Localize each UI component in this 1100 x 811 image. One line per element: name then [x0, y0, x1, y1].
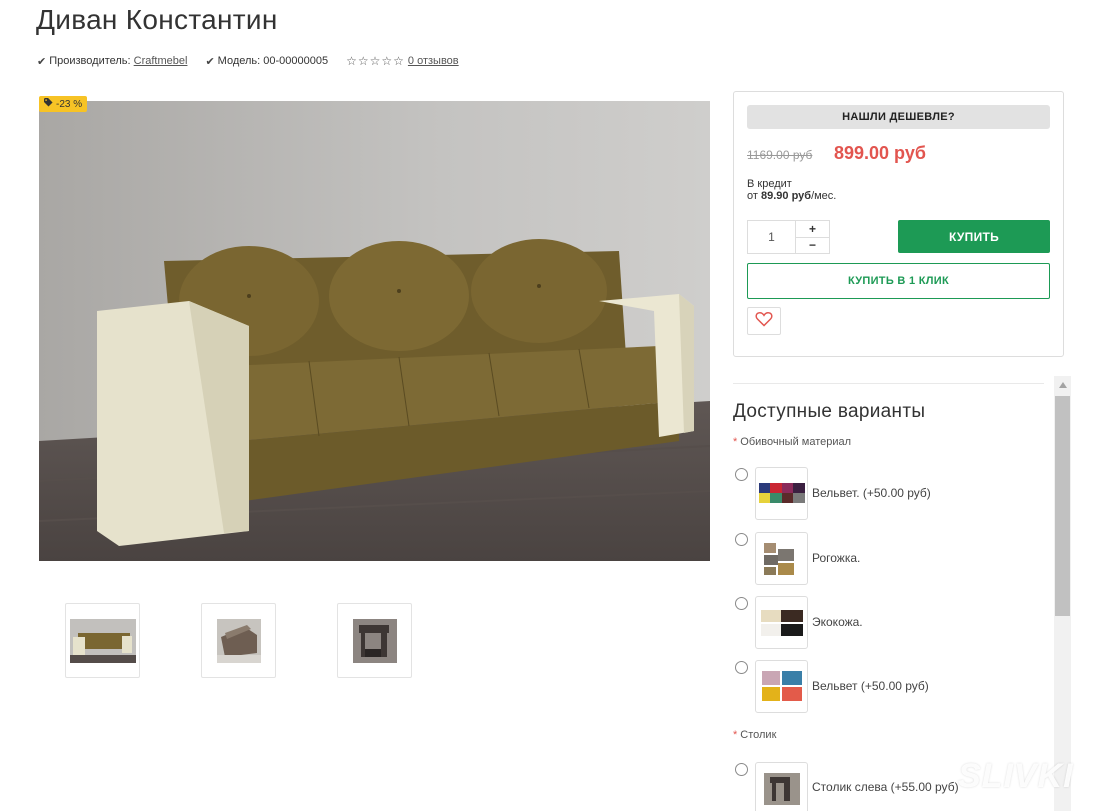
scroll-thumb[interactable]: [1055, 396, 1070, 616]
option-label: Вельвет (+50.00 руб): [812, 679, 929, 693]
buy-button[interactable]: КУПИТЬ: [898, 220, 1050, 253]
reviews-link[interactable]: 0 отзывов: [408, 55, 459, 67]
credit-amount: 89.90 руб: [760, 190, 812, 202]
buy-box: НАШЛИ ДЕШЕВЛЕ? 1169.00 руб 899.00 руб В …: [733, 91, 1064, 357]
one-click-buy-button[interactable]: КУПИТЬ В 1 КЛИК: [747, 263, 1050, 299]
credit-prefix: от: [747, 190, 758, 202]
wishlist-button[interactable]: [747, 307, 781, 335]
thumbnail-2[interactable]: [201, 603, 276, 678]
option-radio[interactable]: [735, 763, 748, 776]
main-product-image[interactable]: [39, 101, 710, 561]
option-radio[interactable]: [735, 597, 748, 610]
option-label: Столик слева (+55.00 руб): [812, 780, 959, 794]
option-group-name: Обивочный материал: [740, 436, 852, 448]
check-icon: ✔: [205, 55, 215, 68]
required-mark: *: [733, 436, 738, 448]
current-price: 899.00 руб: [834, 143, 926, 163]
credit-suffix: /мес.: [811, 190, 837, 202]
quantity-plus-button[interactable]: +: [796, 221, 829, 238]
quantity-input[interactable]: 1: [748, 221, 796, 253]
option-radio[interactable]: [735, 661, 748, 674]
velvet-swatch-2-icon[interactable]: [755, 660, 808, 713]
option-group-name: Столик: [740, 729, 777, 741]
option-group-label: * Обивочный материал: [733, 436, 851, 448]
page-title: Диван Константин: [36, 4, 278, 35]
manufacturer-link[interactable]: Craftmebel: [134, 55, 188, 67]
scroll-up-arrow-icon[interactable]: [1054, 376, 1071, 393]
model-value: 00-00000005: [263, 55, 329, 67]
product-meta: ✔ Производитель: Craftmebel ✔ Модель: 00…: [37, 54, 459, 68]
discount-text: -23 %: [56, 98, 83, 110]
option-radio[interactable]: [735, 533, 748, 546]
old-price: 1169.00 руб: [747, 148, 813, 162]
option-label: Рогожка.: [812, 551, 861, 565]
found-cheaper-button[interactable]: НАШЛИ ДЕШЕВЛЕ?: [747, 105, 1050, 129]
section-divider: [733, 383, 1044, 384]
credit-info: В кредит от 89.90 руб/мес.: [747, 178, 836, 202]
watermark-text: SLIVKI: [958, 757, 1074, 795]
model-label: Модель:: [217, 55, 261, 67]
required-mark: *: [733, 729, 738, 741]
quantity-minus-button[interactable]: −: [796, 238, 829, 254]
discount-badge: -23 %: [39, 96, 88, 112]
option-label: Экокожа.: [812, 615, 863, 629]
velvet-swatch-icon[interactable]: [755, 467, 808, 520]
check-icon: ✔: [37, 55, 47, 68]
variants-title: Доступные варианты: [733, 401, 926, 422]
manufacturer-label: Производитель:: [49, 55, 131, 67]
option-label: Вельвет. (+50.00 руб): [812, 486, 931, 500]
thumbnail-3[interactable]: [337, 603, 412, 678]
tag-icon: [44, 98, 53, 110]
eco-leather-swatch-icon[interactable]: [755, 596, 808, 649]
thumbnail-1[interactable]: [65, 603, 140, 678]
variants-scrollbar[interactable]: [1054, 376, 1071, 811]
rating-stars-icon[interactable]: ☆☆☆☆☆: [346, 54, 405, 68]
matting-swatch-icon[interactable]: [755, 532, 808, 585]
option-radio[interactable]: [735, 468, 748, 481]
credit-label: В кредит: [747, 178, 792, 190]
heart-icon: [755, 311, 773, 332]
option-group-label: * Столик: [733, 729, 776, 741]
table-left-icon[interactable]: [755, 762, 808, 811]
quantity-stepper: 1 + −: [747, 220, 830, 254]
